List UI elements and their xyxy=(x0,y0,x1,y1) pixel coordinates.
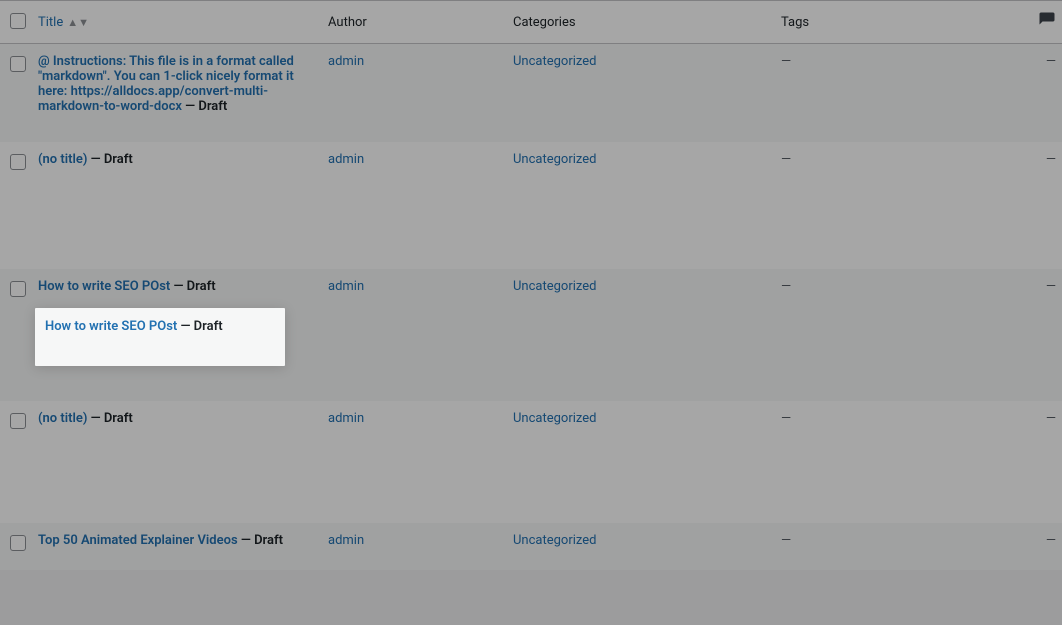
title-sort-link[interactable]: Title ▲▼ xyxy=(38,15,89,30)
comments-value: — xyxy=(1046,411,1056,426)
select-all-header xyxy=(0,1,30,44)
category-link[interactable]: Uncategorized xyxy=(513,533,596,548)
tags-value: — xyxy=(781,411,791,426)
post-status: — Draft xyxy=(170,279,215,294)
post-status: — Draft xyxy=(87,152,132,167)
author-link[interactable]: admin xyxy=(328,152,364,167)
post-title-link[interactable]: How to write SEO POst xyxy=(45,319,177,334)
row-checkbox[interactable] xyxy=(10,56,26,72)
post-title-link[interactable]: Top 50 Animated Explainer Videos xyxy=(38,533,238,548)
table-row: (no title) — Draft admin Uncategorized —… xyxy=(0,142,1062,269)
category-link[interactable]: Uncategorized xyxy=(513,411,596,426)
table-row: (no title) — Draft admin Uncategorized —… xyxy=(0,401,1062,523)
select-all-checkbox[interactable] xyxy=(10,13,26,29)
highlighted-row: How to write SEO POst — Draft xyxy=(35,308,285,366)
category-link[interactable]: Uncategorized xyxy=(513,279,596,294)
category-link[interactable]: Uncategorized xyxy=(513,152,596,167)
categories-column-header[interactable]: Categories xyxy=(505,1,773,44)
title-column-header[interactable]: Title ▲▼ xyxy=(30,1,320,44)
author-link[interactable]: admin xyxy=(328,411,364,426)
tags-value: — xyxy=(781,279,791,294)
post-title-link[interactable]: (no title) xyxy=(38,411,87,426)
post-status: — Draft xyxy=(87,411,132,426)
post-title-link[interactable]: How to write SEO POst xyxy=(38,279,170,294)
comments-value: — xyxy=(1046,533,1056,548)
row-checkbox[interactable] xyxy=(10,154,26,170)
author-link[interactable]: admin xyxy=(328,533,364,548)
post-status: — Draft xyxy=(177,319,222,334)
comments-value: — xyxy=(1046,54,1056,69)
comment-icon xyxy=(1038,11,1056,29)
post-title-link[interactable]: (no title) xyxy=(38,152,87,167)
posts-table: Title ▲▼ Author Categories Tags @ Instru… xyxy=(0,0,1062,570)
author-link[interactable]: admin xyxy=(328,54,364,69)
post-status: — Draft xyxy=(238,533,283,548)
comments-value: — xyxy=(1046,279,1056,294)
tags-value: — xyxy=(781,152,791,167)
title-header-label: Title xyxy=(38,15,63,30)
tags-column-header[interactable]: Tags xyxy=(773,1,1030,44)
tags-value: — xyxy=(781,533,791,548)
comments-column-header[interactable] xyxy=(1030,1,1062,44)
row-checkbox[interactable] xyxy=(10,281,26,297)
row-checkbox[interactable] xyxy=(10,535,26,551)
tags-value: — xyxy=(781,54,791,69)
author-column-header[interactable]: Author xyxy=(320,1,505,44)
author-link[interactable]: admin xyxy=(328,279,364,294)
table-header-row: Title ▲▼ Author Categories Tags xyxy=(0,1,1062,44)
category-link[interactable]: Uncategorized xyxy=(513,54,596,69)
table-row: Top 50 Animated Explainer Videos — Draft… xyxy=(0,523,1062,570)
table-row: @ Instructions: This file is in a format… xyxy=(0,44,1062,143)
sort-icon: ▲▼ xyxy=(67,17,89,28)
post-title-link[interactable]: @ Instructions: This file is in a format… xyxy=(38,54,294,114)
post-status: — Draft xyxy=(182,99,227,114)
comments-value: — xyxy=(1046,152,1056,167)
row-checkbox[interactable] xyxy=(10,413,26,429)
